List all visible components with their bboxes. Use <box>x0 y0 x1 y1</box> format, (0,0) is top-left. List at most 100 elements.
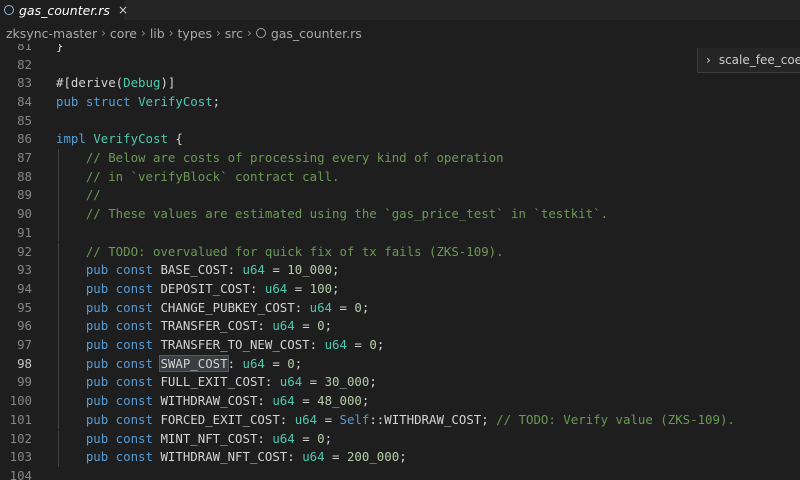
code-line[interactable]: 92 // TODO: overvalued for quick fix of … <box>0 242 800 262</box>
breadcrumb-item[interactable]: types <box>178 26 212 41</box>
code-token: = <box>317 411 340 427</box>
code-token: pub const <box>56 337 161 352</box>
highlighted-token: SWAP_COST <box>159 354 229 372</box>
line-number: 84 <box>17 93 32 109</box>
code-token: = <box>287 280 310 296</box>
code-token: = <box>332 299 355 315</box>
code-text: impl VerifyCost { <box>56 130 183 149</box>
code-text: pub const WITHDRAW_NFT_COST: u64 = 200_0… <box>56 448 407 467</box>
code-token: = <box>264 262 288 278</box>
line-number: 104 <box>9 467 32 480</box>
code-text: // These values are estimated using the … <box>56 205 608 224</box>
code-line[interactable]: 89 // <box>0 186 800 206</box>
code-token: u64 <box>309 299 333 315</box>
line-number: 97 <box>17 337 32 352</box>
chevron-right-icon: › <box>101 26 106 40</box>
code-token: // Below are costs of processing every k… <box>56 150 504 165</box>
code-line[interactable]: 104 <box>0 467 800 480</box>
code-line[interactable]: 94 pub const DEPOSIT_COST: u64 = 100; <box>0 279 800 299</box>
code-token: VerifyCost <box>93 131 168 147</box>
code-line[interactable]: 100 pub const WITHDRAW_COST: u64 = 48_00… <box>0 392 800 411</box>
code-token: WITHDRAW_NFT_COST: <box>160 449 303 465</box>
breadcrumb-item[interactable]: zksync-master <box>6 26 97 41</box>
code-token: = <box>264 355 288 371</box>
code-token: ; <box>332 262 340 278</box>
tab-gas-counter[interactable]: gas_counter.rs × <box>0 0 128 20</box>
chevron-right-icon: › <box>247 26 252 40</box>
chevron-right-icon: › <box>168 26 174 40</box>
code-text: pub const TRANSFER_COST: u64 = 0; <box>56 317 332 336</box>
code-token: WITHDRAW_COST: <box>160 393 273 409</box>
code-line[interactable]: 88 // in `verifyBlock` contract call. <box>0 167 800 187</box>
breadcrumb-item[interactable]: gas_counter.rs <box>271 26 362 41</box>
code-token: Debug <box>123 75 161 91</box>
line-number: 101 <box>9 411 32 427</box>
code-token: )] <box>160 75 176 91</box>
editor-tab-bar: gas_counter.rs × <box>0 0 800 20</box>
code-token: u64 <box>272 430 295 446</box>
code-text: pub const TRANSFER_TO_NEW_COST: u64 = 0; <box>56 336 384 355</box>
line-number: 99 <box>17 374 32 390</box>
code-token: FULL_EXIT_COST: <box>160 374 280 390</box>
breadcrumb-item[interactable]: core <box>110 26 137 41</box>
code-line[interactable]: 97 pub const TRANSFER_TO_NEW_COST: u64 =… <box>0 336 800 355</box>
code-line[interactable]: 99 pub const FULL_EXIT_COST: u64 = 30_00… <box>0 373 800 393</box>
code-line[interactable]: 103 pub const WITHDRAW_NFT_COST: u64 = 2… <box>0 448 800 467</box>
code-token: FORCED_EXIT_COST: <box>160 411 295 427</box>
code-line[interactable]: 96 pub const TRANSFER_COST: u64 = 0; <box>0 317 800 336</box>
rust-file-icon <box>255 28 266 38</box>
breadcrumb-item[interactable]: src <box>225 26 243 41</box>
line-number: 100 <box>9 393 32 409</box>
code-token: 0 <box>287 355 295 371</box>
code-token: TRANSFER_TO_NEW_COST: <box>160 337 325 352</box>
code-editor[interactable]: 81} 82 83 #[derive(Debug)] 84 pub struct Veri… <box>0 44 800 480</box>
code-token: 0 <box>369 337 377 352</box>
code-token: pub const <box>56 355 161 371</box>
code-line[interactable]: 86 impl VerifyCost { <box>0 130 800 149</box>
code-line[interactable]: 98 pub const SWAP_COST: u64 = 0; <box>0 354 800 374</box>
chevron-right-icon: › <box>141 26 146 40</box>
outline-sticky-item[interactable]: › scale_fee_coef <box>697 48 800 73</box>
code-token: pub struct <box>56 93 139 109</box>
code-line[interactable]: 83 #[derive(Debug)] <box>0 74 800 93</box>
line-number: 103 <box>9 449 32 465</box>
code-token: #[derive( <box>56 75 124 91</box>
code-token: 0 <box>317 430 325 446</box>
chevron-right-icon: › <box>215 26 221 40</box>
code-token: ; <box>361 299 370 315</box>
code-line[interactable]: 93 pub const BASE_COST: u64 = 10_000; <box>0 261 800 280</box>
line-number: 86 <box>17 131 32 147</box>
code-token: ; <box>324 318 333 334</box>
code-line[interactable]: 101 pub const FORCED_EXIT_COST: u64 = Se… <box>0 410 800 430</box>
line-number: 90 <box>17 206 32 222</box>
code-text: pub struct VerifyCost; <box>56 93 220 112</box>
code-line[interactable]: 81} <box>0 44 800 56</box>
code-line[interactable]: 85 <box>0 112 800 131</box>
code-token: // in `verifyBlock` contract call. <box>56 168 340 184</box>
code-token: ; <box>332 280 340 296</box>
code-line[interactable]: 82 <box>0 56 800 75</box>
code-token: ; <box>324 430 333 446</box>
code-line[interactable]: 95 pub const CHANGE_PUBKEY_COST: u64 = 0… <box>0 298 800 318</box>
code-token: // These values are estimated using the … <box>56 206 609 222</box>
code-token: ; <box>361 393 370 409</box>
code-token: VerifyCost <box>138 93 213 109</box>
code-line[interactable]: 87 // Below are costs of processing ever… <box>0 149 800 168</box>
code-token: 10_000 <box>287 262 333 278</box>
line-number: 83 <box>17 75 32 91</box>
code-text: pub const WITHDRAW_COST: u64 = 48_000; <box>56 392 370 411</box>
code-text: pub const FULL_EXIT_COST: u64 = 30_000; <box>56 373 377 392</box>
tab-label: gas_counter.rs <box>19 2 110 18</box>
close-icon[interactable]: × <box>118 3 128 17</box>
code-token: DEPOSIT_COST: <box>160 280 265 296</box>
code-line[interactable]: 84 pub struct VerifyCost; <box>0 93 800 112</box>
code-line[interactable]: 91 <box>0 223 800 243</box>
code-line[interactable]: 102 pub const MINT_NFT_COST: u64 = 0; <box>0 429 800 449</box>
code-line[interactable]: 90 // These values are estimated using t… <box>0 205 800 224</box>
code-token: u64 <box>302 449 325 465</box>
breadcrumb-item[interactable]: lib <box>150 26 165 41</box>
code-text: pub const FORCED_EXIT_COST: u64 = Self::… <box>56 411 735 430</box>
line-number: 102 <box>9 430 32 446</box>
line-number: 88 <box>17 168 32 184</box>
chevron-right-icon: › <box>706 53 711 67</box>
